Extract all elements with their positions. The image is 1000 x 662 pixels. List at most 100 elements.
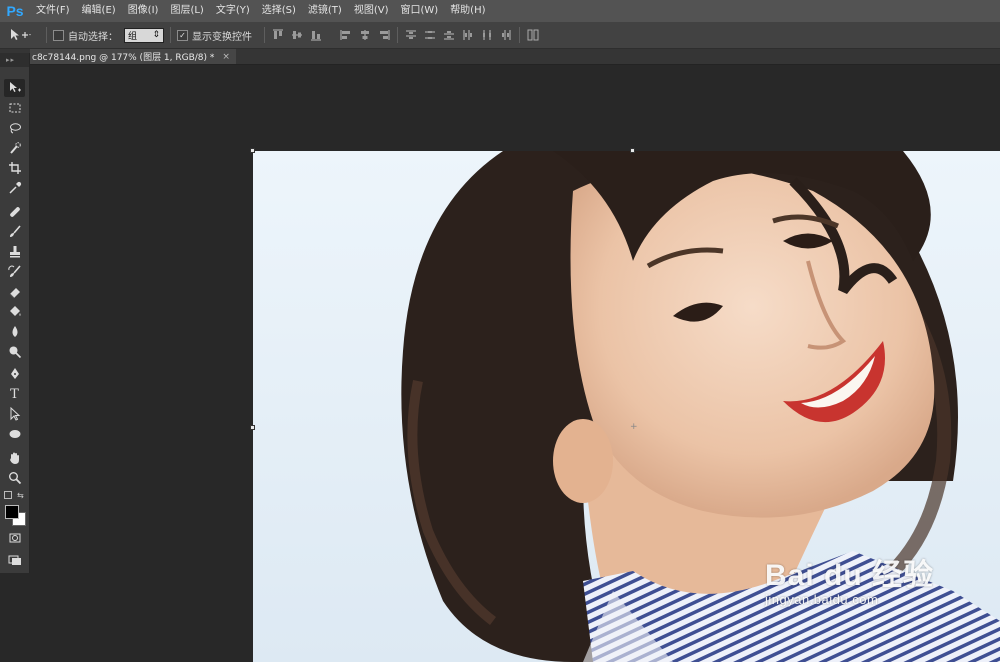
brush-tool-icon xyxy=(9,225,21,237)
spot-healing-brush-tool[interactable] xyxy=(4,203,25,221)
distribute-right-icon[interactable] xyxy=(499,28,513,42)
auto-select-dropdown[interactable]: 组 ⇕ xyxy=(124,27,164,43)
watermark-sub: jingyan.baidu.com xyxy=(765,592,879,607)
transform-handle-top-center[interactable] xyxy=(630,148,635,153)
document-tab-bar: c8c78144.png @ 177% (图层 1, RGB/8) * × xyxy=(0,49,1000,65)
type-tool-icon[interactable]: T xyxy=(4,385,25,403)
screen-mode-button[interactable] xyxy=(4,551,25,569)
menu-help[interactable]: 帮助(H) xyxy=(444,0,491,22)
align-right-edges-icon[interactable] xyxy=(377,28,391,42)
marquee-tool-icon xyxy=(9,103,20,113)
menu-type[interactable]: 文字(Y) xyxy=(210,0,256,22)
auto-select-checkbox[interactable] xyxy=(53,29,64,41)
distribute-left-icon[interactable] xyxy=(461,28,475,42)
move-tool-icon xyxy=(11,29,31,40)
show-transform-label: 显示变换控件 xyxy=(192,31,252,43)
separator xyxy=(397,27,398,43)
toolbox-grip[interactable]: ▸▸ xyxy=(0,53,29,67)
menu-edit[interactable]: 编辑(E) xyxy=(76,0,122,22)
auto-align-layers-icon[interactable] xyxy=(526,28,540,42)
history-brush-tool[interactable] xyxy=(4,263,25,281)
move-tool-icon xyxy=(9,82,21,92)
pen-tool[interactable] xyxy=(4,365,25,383)
quick-selection-tool[interactable] xyxy=(4,139,25,157)
quick-mask-button[interactable] xyxy=(4,529,25,547)
document-tab[interactable]: c8c78144.png @ 177% (图层 1, RGB/8) * × xyxy=(30,49,236,64)
zoom-tool-icon xyxy=(8,472,21,485)
eyedropper-tool-icon xyxy=(8,181,21,194)
swap-colors-icon[interactable]: ⇆ xyxy=(17,491,24,500)
brush-tool[interactable] xyxy=(4,223,25,241)
dodge-tool-icon xyxy=(9,346,21,359)
move-tool[interactable] xyxy=(4,79,25,97)
hand-tool-icon xyxy=(9,452,19,464)
eyedropper-tool[interactable] xyxy=(4,179,25,197)
document-tab-title: c8c78144.png @ 177% (图层 1, RGB/8) * xyxy=(32,53,215,63)
default-colors-icon[interactable] xyxy=(4,491,12,499)
marquee-tool[interactable] xyxy=(4,99,25,117)
ellipse-tool[interactable] xyxy=(4,425,25,443)
clone-stamp-icon xyxy=(9,246,20,258)
crop-tool[interactable] xyxy=(4,159,25,177)
distribute-buttons xyxy=(404,28,513,42)
eraser-tool[interactable] xyxy=(4,283,25,301)
separator xyxy=(519,27,520,43)
align-top-edges-icon[interactable] xyxy=(271,28,285,42)
align-vertical-centers-icon[interactable] xyxy=(290,28,304,42)
clone-stamp-tool[interactable] xyxy=(4,243,25,261)
distribute-vertical-centers-icon[interactable] xyxy=(423,28,437,42)
auto-select-label: 自动选择： xyxy=(68,31,118,43)
tool-preset-picker[interactable] xyxy=(0,22,40,48)
menu-layer[interactable]: 图层(L) xyxy=(164,0,209,22)
path-selection-icon xyxy=(10,407,20,421)
distribute-bottom-icon[interactable] xyxy=(442,28,456,42)
path-selection-tool[interactable] xyxy=(4,405,25,423)
baidu-watermark: Bai du 经验 jingyan.baidu.com xyxy=(765,550,934,607)
separator xyxy=(46,27,47,43)
show-transform-checkbox[interactable]: ✓ xyxy=(177,29,188,41)
blur-tool-icon xyxy=(12,326,17,337)
lasso-tool-icon xyxy=(9,123,21,134)
menu-window[interactable]: 窗口(W) xyxy=(394,0,444,22)
align-buttons xyxy=(271,28,391,42)
dodge-tool[interactable] xyxy=(4,343,25,361)
crop-tool-icon xyxy=(8,162,21,174)
menu-bar: Ps 文件(F) 编辑(E) 图像(I) 图层(L) 文字(Y) 选择(S) 滤… xyxy=(0,0,1000,22)
distribute-top-icon[interactable] xyxy=(404,28,418,42)
photoshop-logo: Ps xyxy=(6,3,24,19)
align-horizontal-centers-icon[interactable] xyxy=(358,28,372,42)
transform-handle-top-left[interactable] xyxy=(250,148,255,153)
blur-tool[interactable] xyxy=(4,323,25,341)
spot-healing-brush-icon xyxy=(9,207,20,217)
hand-tool[interactable] xyxy=(4,449,25,467)
toolbox-panel: ▸▸ T ⇆ xyxy=(0,53,30,573)
quick-selection-tool-icon xyxy=(9,142,21,154)
close-icon[interactable]: × xyxy=(222,52,230,62)
menu-filter[interactable]: 滤镜(T) xyxy=(302,0,348,22)
eraser-tool-icon xyxy=(9,288,20,299)
history-brush-icon xyxy=(7,265,21,277)
auto-select-value: 组 xyxy=(128,31,138,42)
lasso-tool[interactable] xyxy=(4,119,25,137)
menu-image[interactable]: 图像(I) xyxy=(122,0,165,22)
dropdown-arrow-icon: ⇕ xyxy=(152,30,160,40)
distribute-horizontal-centers-icon[interactable] xyxy=(480,28,494,42)
transform-reference-point[interactable]: + xyxy=(630,423,638,432)
separator xyxy=(170,27,171,43)
watermark-main: Bai du 经验 xyxy=(765,559,935,592)
screen-mode-icon xyxy=(8,555,21,565)
transform-handle-middle-left[interactable] xyxy=(250,425,255,430)
align-bottom-edges-icon[interactable] xyxy=(309,28,323,42)
ellipse-tool-icon xyxy=(9,430,20,438)
paint-bucket-tool[interactable] xyxy=(4,303,25,321)
menu-select[interactable]: 选择(S) xyxy=(256,0,302,22)
separator xyxy=(264,27,265,43)
zoom-tool[interactable] xyxy=(4,469,25,487)
menu-file[interactable]: 文件(F) xyxy=(30,0,76,22)
menu-view[interactable]: 视图(V) xyxy=(348,0,395,22)
pen-tool-icon xyxy=(10,368,19,379)
options-bar: 自动选择： 组 ⇕ ✓ 显示变换控件 xyxy=(0,22,1000,49)
align-left-edges-icon[interactable] xyxy=(339,28,353,42)
quick-mask-icon xyxy=(9,533,20,543)
foreground-color-swatch[interactable] xyxy=(5,505,19,519)
